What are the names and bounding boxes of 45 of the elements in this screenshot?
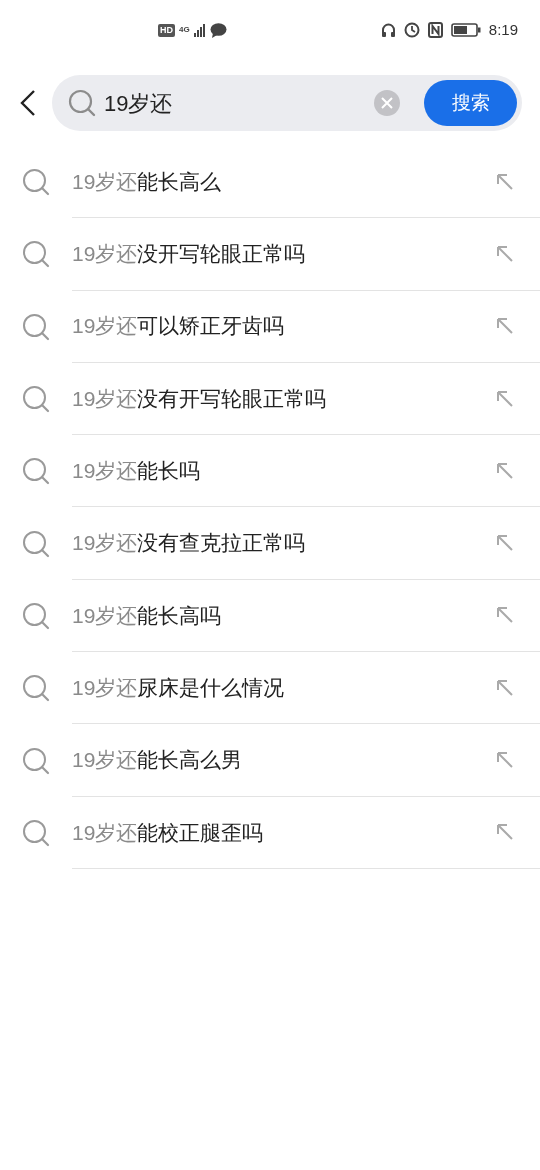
fill-query-icon[interactable] bbox=[496, 678, 514, 697]
suggestion-item[interactable]: 19岁还没有开写轮眼正常吗 bbox=[72, 382, 327, 415]
search-icon bbox=[22, 674, 50, 703]
search-icon bbox=[22, 312, 50, 341]
chat-bubble-icon bbox=[209, 22, 227, 38]
search-icon bbox=[22, 818, 50, 847]
search-icon bbox=[22, 240, 50, 269]
search-icon bbox=[22, 601, 50, 630]
suggestion-item[interactable]: 19岁还没开写轮眼正常吗 bbox=[72, 238, 306, 270]
alarm-icon bbox=[403, 22, 420, 38]
search-icon bbox=[68, 89, 96, 117]
suggestion-item[interactable]: 19岁还尿床是什么情况 bbox=[72, 671, 285, 704]
suggestion-item[interactable]: 19岁还能长吗 bbox=[72, 455, 201, 487]
search-icon bbox=[22, 746, 50, 775]
headphones-icon bbox=[380, 22, 396, 38]
fill-query-icon[interactable] bbox=[496, 172, 514, 191]
network-label: 4G bbox=[179, 26, 190, 34]
close-icon bbox=[381, 97, 393, 109]
search-field[interactable]: 19岁还 搜索 bbox=[52, 75, 522, 131]
fill-query-icon[interactable] bbox=[496, 534, 514, 553]
suggestion-item[interactable]: 19岁还能长高吗 bbox=[72, 599, 222, 632]
clock-time: 8:19 bbox=[488, 19, 518, 40]
signal-icon bbox=[193, 23, 206, 37]
hd-badge: HD bbox=[158, 23, 175, 37]
fill-query-icon[interactable] bbox=[496, 389, 514, 408]
fill-query-icon[interactable] bbox=[496, 823, 514, 842]
fill-query-icon[interactable] bbox=[496, 751, 514, 769]
fill-query-icon[interactable] bbox=[496, 317, 514, 336]
nfc-icon bbox=[427, 22, 443, 38]
fill-query-icon[interactable] bbox=[496, 606, 514, 625]
suggestion-item[interactable]: 19岁还没有查克拉正常吗 bbox=[72, 527, 306, 559]
suggestion-item[interactable]: 19岁还可以矫正牙齿吗 bbox=[72, 310, 285, 342]
suggestion-item[interactable]: 19岁还能校正腿歪吗 bbox=[72, 816, 264, 849]
search-button[interactable]: 搜索 bbox=[424, 80, 517, 126]
search-icon bbox=[22, 168, 50, 197]
fill-query-icon[interactable] bbox=[496, 244, 514, 263]
back-icon[interactable] bbox=[20, 90, 36, 116]
suggestion-item[interactable]: 19岁还能长高么 bbox=[72, 165, 222, 198]
search-icon bbox=[22, 457, 50, 486]
suggestion-item[interactable]: 19岁还能长高么男 bbox=[72, 744, 243, 776]
fill-query-icon[interactable] bbox=[496, 461, 514, 480]
search-icon bbox=[22, 385, 50, 414]
clear-button[interactable] bbox=[374, 90, 400, 116]
battery-icon bbox=[450, 23, 481, 37]
search-icon bbox=[22, 529, 50, 558]
